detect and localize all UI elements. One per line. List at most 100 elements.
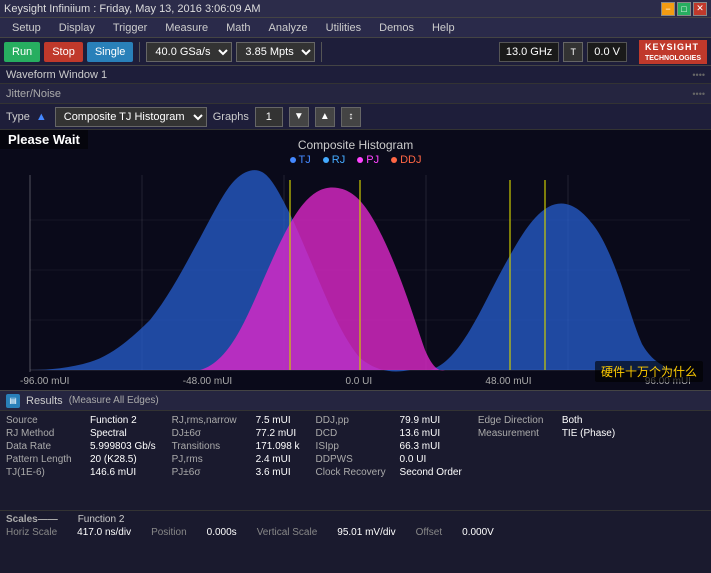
result-source-val: Function 2	[90, 415, 137, 426]
result-dcd-val: 13.6 mUI	[400, 428, 441, 439]
result-ddj-pp: DDJ,pp 79.9 mUI	[316, 415, 462, 426]
result-isi-pp-val: 66.3 mUI	[400, 441, 441, 452]
results-title: Results	[26, 395, 63, 407]
jitter-noise-bar: Jitter/Noise ••••	[0, 84, 711, 104]
result-rj-rms: RJ,rms,narrow 7.5 mUI	[172, 415, 300, 426]
result-ddpws: DDPWS 0.0 UI	[316, 454, 462, 465]
results-header-bar: ▤ Results (Measure All Edges)	[0, 391, 711, 411]
results-col-4: Edge Direction Both Measurement TIE (Pha…	[478, 415, 615, 478]
result-transitions: Transitions 171.098 k	[172, 441, 300, 452]
menu-trigger[interactable]: Trigger	[105, 20, 155, 36]
menu-display[interactable]: Display	[51, 20, 103, 36]
result-transitions-key: Transitions	[172, 441, 252, 452]
result-rj-method: RJ Method Spectral	[6, 428, 156, 439]
minimize-button[interactable]: −	[661, 2, 675, 16]
keysight-logo: KEYSIGHTTECHNOLOGIES	[639, 40, 707, 64]
jitter-dots: ••••	[692, 89, 705, 99]
histogram-type-select[interactable]: Composite TJ Histogram	[55, 107, 207, 127]
result-clock-recovery-val: Second Order	[400, 467, 462, 478]
results-sub: (Measure All Edges)	[69, 395, 159, 406]
result-pj-rms: PJ,rms 2.4 mUI	[172, 454, 300, 465]
results-col-2: RJ,rms,narrow 7.5 mUI DJ±6σ 77.2 mUI Tra…	[172, 415, 300, 478]
type-bar: Type ▲ Composite TJ Histogram Graphs 1 ▼…	[0, 104, 711, 130]
please-wait-overlay: Please Wait	[0, 130, 88, 149]
result-tj: TJ(1E-6) 146.6 mUI	[6, 467, 156, 478]
graphs-label: Graphs	[213, 111, 249, 123]
sample-rate-select[interactable]: 40.0 GSa/s	[146, 42, 232, 62]
result-tj-val: 146.6 mUI	[90, 467, 136, 478]
result-ddj-pp-val: 79.9 mUI	[400, 415, 441, 426]
result-dcd-key: DCD	[316, 428, 396, 439]
graph-up-button[interactable]: ▲	[315, 107, 335, 127]
close-button[interactable]: ✕	[693, 2, 707, 16]
result-dj-key: DJ±6σ	[172, 428, 252, 439]
results-col-3: DDJ,pp 79.9 mUI DCD 13.6 mUI ISIpp 66.3 …	[316, 415, 462, 478]
results-col-1: Source Function 2 RJ Method Spectral Dat…	[6, 415, 156, 478]
result-rj-rms-val: 7.5 mUI	[256, 415, 291, 426]
menu-demos[interactable]: Demos	[371, 20, 422, 36]
result-dj-val: 77.2 mUI	[256, 428, 297, 439]
run-button[interactable]: Run	[4, 42, 40, 62]
scales-offset-label: Offset	[416, 527, 443, 538]
result-measurement-key: Measurement	[478, 428, 558, 439]
watermark: 硬件十万个为什么	[595, 361, 703, 382]
result-edge-dir: Edge Direction Both	[478, 415, 615, 426]
frequency-display: 13.0 GHz	[499, 42, 559, 62]
results-panel: ▤ Results (Measure All Edges) Source Fun…	[0, 390, 711, 510]
result-edge-dir-key: Edge Direction	[478, 415, 558, 426]
result-rj-method-val: Spectral	[90, 428, 127, 439]
stop-button[interactable]: Stop	[44, 42, 83, 62]
result-rj-method-key: RJ Method	[6, 428, 86, 439]
menu-math[interactable]: Math	[218, 20, 258, 36]
wave-dots: ••••	[692, 70, 705, 80]
waveform-window-label: Waveform Window 1	[6, 69, 107, 81]
result-isi-pp-key: ISIpp	[316, 441, 396, 452]
scales-position-val: 0.000s	[207, 527, 237, 538]
result-measurement-val: TIE (Phase)	[562, 428, 615, 439]
result-data-rate: Data Rate 5.999803 Gb/s	[6, 441, 156, 452]
result-pj-rms-key: PJ,rms	[172, 454, 252, 465]
result-edge-dir-val: Both	[562, 415, 583, 426]
menu-analyze[interactable]: Analyze	[261, 20, 316, 36]
result-clock-recovery: Clock Recovery Second Order	[316, 467, 462, 478]
result-pattern-len-val: 20 (K28.5)	[90, 454, 137, 465]
graphs-number: 1	[255, 107, 283, 127]
type-label: Type	[6, 111, 30, 123]
title-text: Keysight Infiniium : Friday, May 13, 201…	[4, 3, 661, 15]
freq-unit-button[interactable]: T	[563, 42, 583, 62]
scales-horiz-label: Horiz Scale	[6, 527, 57, 538]
x-label-1: -48.00 mUI	[183, 376, 232, 387]
result-pj-6s-key: PJ±6σ	[172, 467, 252, 478]
scales-position-label: Position	[151, 527, 187, 538]
jitter-noise-label: Jitter/Noise	[6, 88, 61, 100]
menu-utilities[interactable]: Utilities	[318, 20, 369, 36]
scales-offset-val: 0.000V	[462, 527, 494, 538]
result-pattern-len: Pattern Length 20 (K28.5)	[6, 454, 156, 465]
result-ddpws-key: DDPWS	[316, 454, 396, 465]
result-data-rate-key: Data Rate	[6, 441, 86, 452]
single-button[interactable]: Single	[87, 42, 134, 62]
scales-vert-val: 95.01 mV/div	[337, 527, 395, 538]
toolbar: Run Stop Single 40.0 GSa/s 3.85 Mpts 13.…	[0, 38, 711, 66]
separator-1	[139, 42, 140, 62]
histogram-icon: ▲	[36, 111, 47, 123]
result-ddpws-val: 0.0 UI	[400, 454, 427, 465]
waveform-window-bar: Waveform Window 1 ••••	[0, 66, 711, 84]
result-measurement: Measurement TIE (Phase)	[478, 428, 615, 439]
results-table: Source Function 2 RJ Method Spectral Dat…	[0, 411, 711, 482]
mem-depth-select[interactable]: 3.85 Mpts	[236, 42, 315, 62]
chart-area: Please Wait Composite Histogram TJ RJ PJ…	[0, 130, 711, 390]
graph-down-button[interactable]: ▼	[289, 107, 309, 127]
scales-vert-label: Vertical Scale	[257, 527, 318, 538]
result-source: Source Function 2	[6, 415, 156, 426]
result-data-rate-val: 5.999803 Gb/s	[90, 441, 156, 452]
menu-help[interactable]: Help	[424, 20, 463, 36]
title-bar: Keysight Infiniium : Friday, May 13, 201…	[0, 0, 711, 18]
result-pj-6s: PJ±6σ 3.6 mUI	[172, 467, 300, 478]
graph-extra-button[interactable]: ↕	[341, 107, 361, 127]
menu-setup[interactable]: Setup	[4, 20, 49, 36]
result-clock-recovery-key: Clock Recovery	[316, 467, 396, 478]
window-controls: − □ ✕	[661, 2, 707, 16]
menu-measure[interactable]: Measure	[157, 20, 216, 36]
maximize-button[interactable]: □	[677, 2, 691, 16]
